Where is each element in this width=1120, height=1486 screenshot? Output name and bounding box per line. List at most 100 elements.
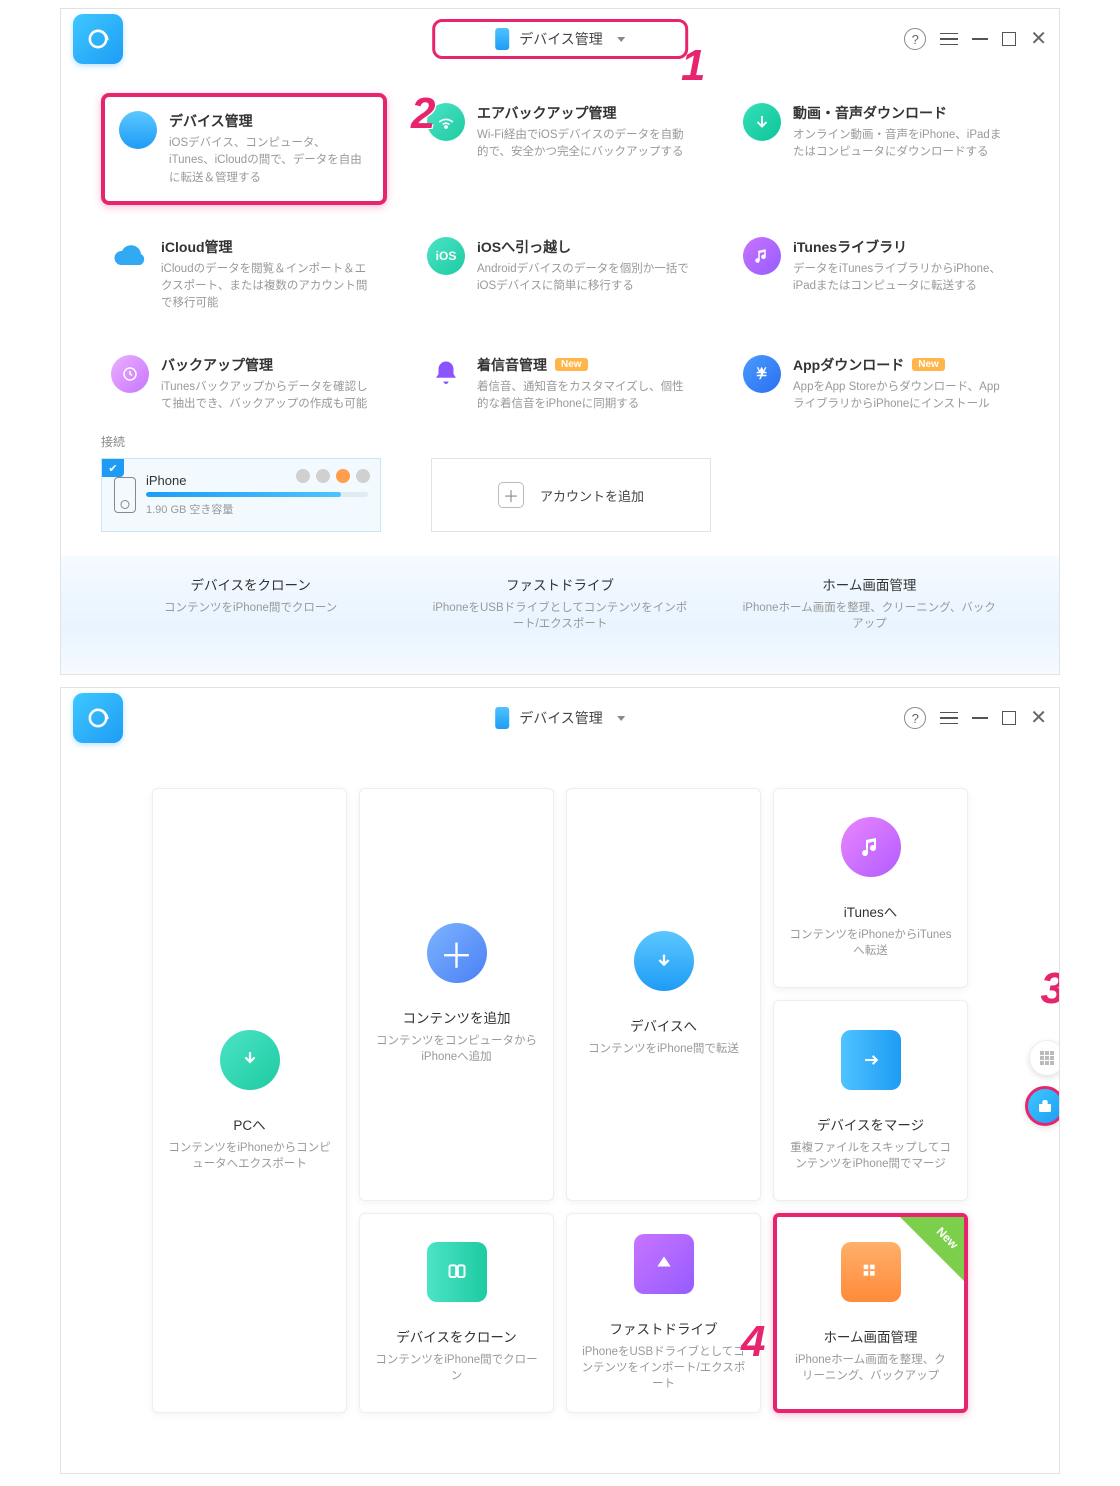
- minimize-button[interactable]: [972, 38, 988, 40]
- feature-desc: iCloudのデータを閲覧＆インポート＆エクスポート、または複数のアカウント間で…: [161, 261, 377, 313]
- feature-title: デバイス管理: [169, 111, 369, 131]
- plus-icon: ＋: [498, 482, 524, 508]
- feature-ringtone[interactable]: 着信音管理 New 着信音、通知音をカスタマイズし、個性的な着信音をiPhone…: [417, 345, 703, 424]
- new-badge: New: [912, 358, 945, 371]
- feature-title: エアバックアップ管理: [477, 103, 693, 123]
- feature-desc: iTunesバックアップからデータを確認して抽出でき、バックアップの作成も可能: [161, 379, 377, 414]
- to-device-icon: [634, 931, 694, 991]
- music-icon: [743, 237, 781, 275]
- bottom-tile-clone[interactable]: デバイスをクローン コンテンツをiPhone間でクローン: [111, 556, 390, 650]
- feature-desc: Androidデバイスのデータを個別か一括でiOSデバイスに簡単に移行する: [477, 261, 693, 296]
- feature-ios-move[interactable]: iOS iOSへ引っ越し Androidデバイスのデータを個別か一括でiOSデバ…: [417, 227, 703, 323]
- tile-fastdrive[interactable]: ファストドライブ iPhoneをUSBドライブとしてコンテンツをインポート/エク…: [566, 1213, 761, 1413]
- pc-icon: [220, 1030, 280, 1090]
- close-button[interactable]: ✕: [1030, 711, 1047, 725]
- close-button[interactable]: ✕: [1030, 32, 1047, 46]
- phone-mini-icon: [114, 477, 136, 513]
- feature-desc: Wi-Fi経由でiOSデバイスのデータを自動的で、安全かつ完全にバックアップする: [477, 127, 693, 162]
- download-icon: [743, 103, 781, 141]
- dropdown-label: デバイス管理: [519, 29, 603, 49]
- tile-grid: PCへ コンテンツをiPhoneからコンピュータへエクスポート ＋ コンテンツを…: [61, 748, 1059, 1463]
- check-icon: ✔: [102, 459, 124, 477]
- maximize-button[interactable]: [1002, 32, 1016, 46]
- help-button[interactable]: ?: [904, 707, 926, 729]
- device-action-icon[interactable]: [296, 469, 310, 483]
- feature-desc: データをiTunesライブラリからiPhone、iPadまたはコンピュータに転送…: [793, 261, 1009, 296]
- feature-app-dl[interactable]: Appダウンロード New AppをApp Storeからダウンロード、Appラ…: [733, 345, 1019, 424]
- merge-icon: [841, 1030, 901, 1090]
- drive-icon: [634, 1234, 694, 1294]
- feature-desc: AppをApp Storeからダウンロード、AppライブラリからiPhoneにイ…: [793, 379, 1009, 414]
- feature-title: 動画・音声ダウンロード: [793, 103, 1009, 123]
- tile-to-itunes[interactable]: iTunesへ コンテンツをiPhoneからiTunesへ転送: [773, 788, 968, 988]
- home-icon: [841, 1242, 901, 1302]
- chevron-down-icon: [617, 716, 625, 721]
- tile-merge[interactable]: デバイスをマージ 重複ファイルをスキップしてコンテンツをiPhone間でマージ: [773, 1000, 968, 1200]
- feature-desc: オンライン動画・音声をiPhone、iPadまたはコンピュータにダウンロードする: [793, 127, 1009, 162]
- itunes-icon: [841, 817, 901, 877]
- tile-clone[interactable]: デバイスをクローン コンテンツをiPhone間でクローン: [359, 1213, 554, 1413]
- new-badge: New: [555, 358, 588, 371]
- feature-title: iCloud管理: [161, 237, 377, 257]
- connect-area: 接続 ✔ iPhone 1.90 GB 空き容量: [61, 429, 1059, 556]
- device-card[interactable]: ✔ iPhone 1.90 GB 空き容量: [101, 458, 381, 532]
- window-2: 3 4 デバイス管理 ? ✕: [60, 687, 1060, 1474]
- menu-button[interactable]: [940, 29, 958, 50]
- feature-title: Appダウンロード New: [793, 355, 1009, 375]
- clock-icon: [111, 355, 149, 393]
- menu-button[interactable]: [940, 708, 958, 729]
- title-bar: デバイス管理 ? ✕: [61, 688, 1059, 748]
- wifi-icon: [427, 103, 465, 141]
- appstore-icon: [743, 355, 781, 393]
- tile-home-screen[interactable]: New ホーム画面管理 iPhoneホーム画面を整理、クリーニング、バックアップ: [773, 1213, 968, 1413]
- storage-bar: [146, 492, 368, 497]
- tile-add-content[interactable]: ＋ コンテンツを追加 コンテンツをコンピュータからiPhoneへ追加: [359, 788, 554, 1201]
- help-button[interactable]: ?: [904, 28, 926, 50]
- tile-to-pc[interactable]: PCへ コンテンツをiPhoneからコンピュータへエクスポート: [152, 788, 347, 1413]
- minimize-button[interactable]: [972, 717, 988, 719]
- dropdown-label: デバイス管理: [519, 708, 603, 728]
- connect-label: 接続: [101, 433, 1019, 450]
- tile-to-device[interactable]: デバイスへ コンテンツをiPhone間で転送: [566, 788, 761, 1201]
- device-action-icon[interactable]: [336, 469, 350, 483]
- phone-icon: [495, 707, 509, 729]
- device-eject-icon[interactable]: [356, 469, 370, 483]
- feature-desc: iOSデバイス、コンピュータ、iTunes、iCloudの間で、データを自由に転…: [169, 135, 369, 187]
- storage-text: 1.90 GB 空き容量: [146, 501, 368, 517]
- title-dropdown[interactable]: デバイス管理: [464, 698, 656, 738]
- feature-device-mgmt[interactable]: デバイス管理 iOSデバイス、コンピュータ、iTunes、iCloudの間で、デ…: [101, 93, 387, 205]
- add-account-button[interactable]: ＋ アカウントを追加: [431, 458, 711, 532]
- feature-title: 着信音管理 New: [477, 355, 693, 375]
- bottom-tile-home[interactable]: ホーム画面管理 iPhoneホーム画面を整理、クリーニング、バックアップ: [730, 556, 1009, 650]
- feature-backup[interactable]: バックアップ管理 iTunesバックアップからデータを確認して抽出でき、バックア…: [101, 345, 387, 424]
- feature-grid: デバイス管理 iOSデバイス、コンピュータ、iTunes、iCloudの間で、デ…: [61, 69, 1059, 429]
- chevron-down-icon: [617, 37, 625, 42]
- title-dropdown[interactable]: デバイス管理: [432, 19, 688, 59]
- bottom-tile-fastdrive[interactable]: ファストドライブ iPhoneをUSBドライブとしてコンテンツをインポート/エク…: [420, 556, 699, 650]
- add-account-label: アカウントを追加: [540, 486, 644, 505]
- side-toolbox-button[interactable]: [1025, 1086, 1060, 1126]
- phone-icon: [495, 28, 509, 50]
- device-icon: [119, 111, 157, 149]
- bottom-strip: デバイスをクローン コンテンツをiPhone間でクローン ファストドライブ iP…: [61, 556, 1059, 674]
- side-grid-button[interactable]: [1029, 1040, 1060, 1076]
- window-1: 1 2 デバイス管理 ? ✕: [60, 8, 1060, 675]
- clone-icon: [427, 1242, 487, 1302]
- add-icon: ＋: [427, 923, 487, 983]
- bell-icon: [427, 355, 465, 393]
- device-action-icon[interactable]: [316, 469, 330, 483]
- app-logo: [73, 14, 123, 64]
- title-bar: デバイス管理 ? ✕: [61, 9, 1059, 69]
- maximize-button[interactable]: [1002, 711, 1016, 725]
- cloud-icon: [111, 237, 149, 275]
- feature-title: iTunesライブラリ: [793, 237, 1009, 257]
- feature-desc: 着信音、通知音をカスタマイズし、個性的な着信音をiPhoneに同期する: [477, 379, 693, 414]
- feature-air-backup[interactable]: エアバックアップ管理 Wi-Fi経由でiOSデバイスのデータを自動的で、安全かつ…: [417, 93, 703, 205]
- feature-icloud[interactable]: iCloud管理 iCloudのデータを閲覧＆インポート＆エクスポート、または複…: [101, 227, 387, 323]
- feature-title: バックアップ管理: [161, 355, 377, 375]
- new-ribbon: New: [900, 1217, 964, 1281]
- feature-video-audio[interactable]: 動画・音声ダウンロード オンライン動画・音声をiPhone、iPadまたはコンピ…: [733, 93, 1019, 205]
- feature-itunes-lib[interactable]: iTunesライブラリ データをiTunesライブラリからiPhone、iPad…: [733, 227, 1019, 323]
- ios-icon: iOS: [427, 237, 465, 275]
- app-logo: [73, 693, 123, 743]
